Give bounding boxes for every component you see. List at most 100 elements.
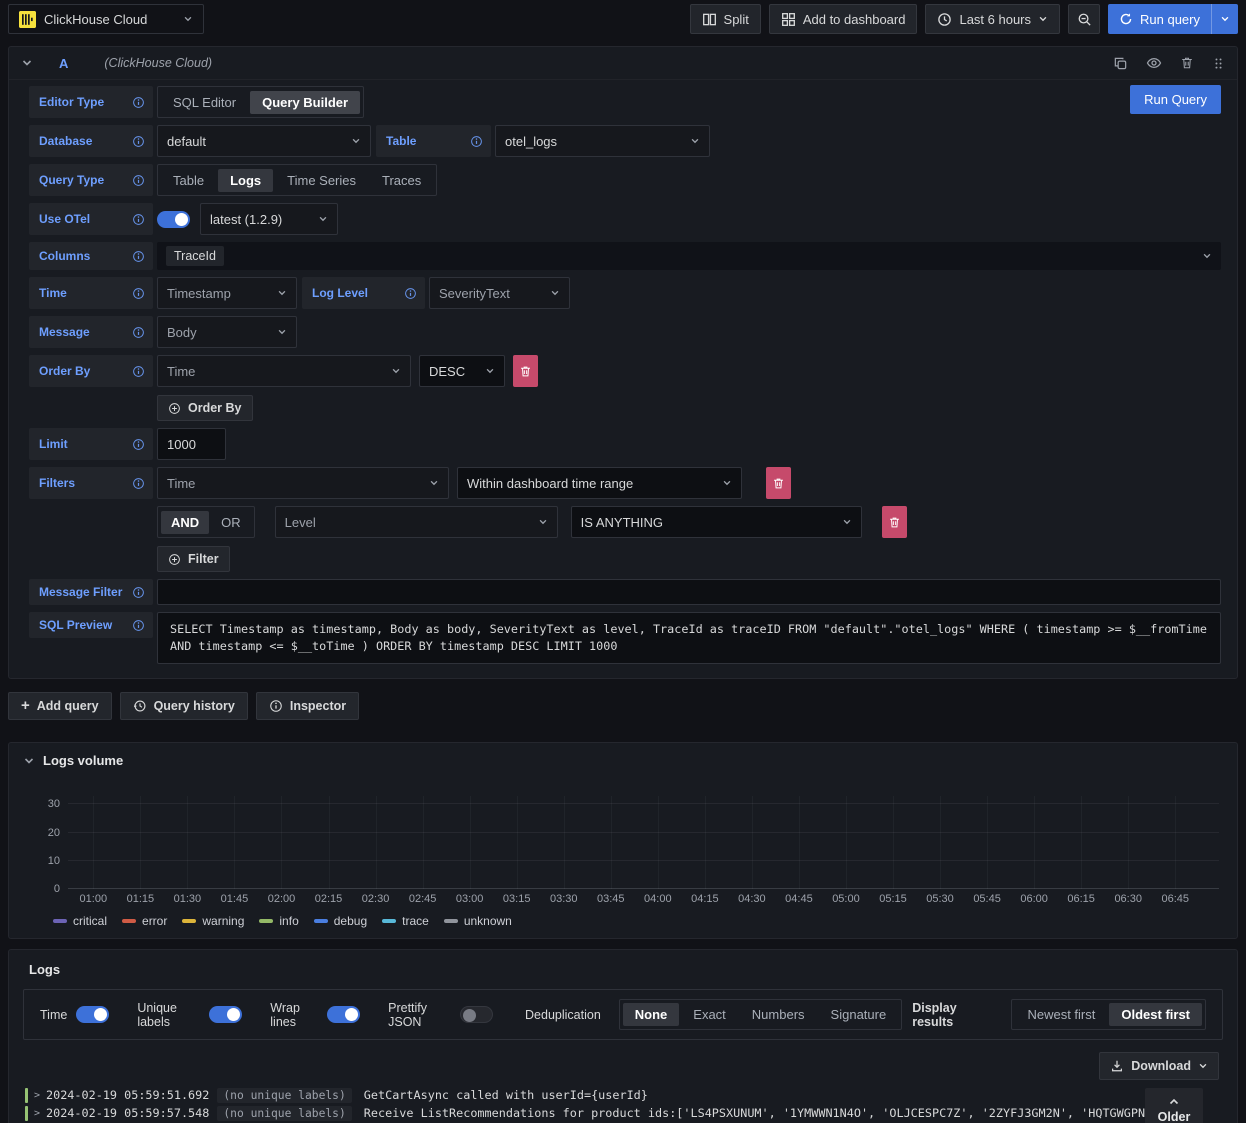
bars-container	[68, 796, 1219, 889]
duplicate-query-icon[interactable]	[1113, 56, 1128, 71]
query-type-table[interactable]: Table	[161, 169, 216, 192]
filter2-field-select[interactable]: Level	[274, 506, 558, 538]
zoom-out-button[interactable]	[1068, 4, 1101, 34]
info-icon[interactable]	[132, 438, 145, 451]
legend-item-warning[interactable]: warning	[182, 914, 244, 928]
dedup-none[interactable]: None	[622, 1003, 680, 1026]
older-logs-button[interactable]: Older logs	[1145, 1088, 1203, 1123]
collapse-chevron-icon[interactable]	[21, 57, 33, 69]
time-range-picker[interactable]: Last 6 hours	[925, 4, 1061, 34]
legend-item-critical[interactable]: critical	[53, 914, 107, 928]
collapse-chevron-icon[interactable]	[23, 755, 35, 767]
editor-type-query-builder[interactable]: Query Builder	[250, 90, 361, 114]
info-icon[interactable]	[132, 477, 145, 490]
dedup-signature[interactable]: Signature	[819, 1003, 899, 1026]
editor-type-sql-editor[interactable]: SQL Editor	[161, 91, 248, 114]
database-select[interactable]: default	[157, 125, 371, 157]
otel-version-select[interactable]: latest (1.2.9)	[200, 203, 338, 235]
add-order-by-button[interactable]: Order By	[157, 395, 253, 421]
add-filter-button[interactable]: Filter	[157, 546, 230, 572]
remove-filter2-button[interactable]	[881, 506, 907, 538]
builder-run-query-button[interactable]: Run Query	[1130, 85, 1221, 114]
add-to-dashboard-button[interactable]: Add to dashboard	[768, 4, 918, 34]
info-circle-icon	[270, 700, 282, 712]
remove-filter1-button[interactable]	[766, 467, 791, 499]
legend-swatch	[182, 919, 197, 923]
log-row[interactable]: >2024-02-19 05:59:51.692 (no unique label…	[23, 1086, 1223, 1104]
x-axis-tick-label: 05:15	[879, 893, 907, 905]
legend-item-debug[interactable]: debug	[313, 914, 367, 928]
legend-label: warning	[202, 914, 245, 928]
inspector-button[interactable]: Inspector	[255, 692, 360, 720]
info-icon[interactable]	[132, 365, 145, 378]
run-query-caret[interactable]	[1211, 4, 1238, 34]
order-by-direction-select[interactable]: DESC	[419, 355, 505, 387]
message-column-select[interactable]: Body	[157, 316, 297, 348]
x-axis-tick-label: 01:15	[126, 893, 155, 905]
logs-volume-chart[interactable]: 0 10 20 30	[48, 796, 1219, 895]
time-column-select[interactable]: Timestamp	[157, 277, 297, 309]
expand-chevron-icon[interactable]: >	[34, 1108, 46, 1119]
log-rows-list: >2024-02-19 05:59:51.692 (no unique label…	[23, 1086, 1223, 1123]
log-level-select[interactable]: SeverityText	[429, 277, 570, 309]
query-history-button[interactable]: Query history	[119, 692, 248, 720]
order-by-field-select[interactable]: Time	[157, 355, 411, 387]
legend-item-error[interactable]: error	[122, 914, 167, 928]
info-icon[interactable]	[470, 135, 483, 148]
info-icon[interactable]	[132, 96, 145, 109]
info-icon[interactable]	[132, 174, 145, 187]
info-icon[interactable]	[132, 287, 145, 300]
query-type-time-series[interactable]: Time Series	[275, 169, 368, 192]
legend-swatch	[313, 919, 328, 923]
datasource-picker[interactable]: ClickHouse Cloud	[8, 4, 204, 34]
display-newest-first[interactable]: Newest first	[1015, 1003, 1107, 1026]
legend-item-info[interactable]: info	[259, 914, 299, 928]
expand-chevron-icon[interactable]: >	[34, 1090, 46, 1101]
drag-handle-icon[interactable]	[1212, 57, 1225, 70]
display-oldest-first[interactable]: Oldest first	[1109, 1003, 1202, 1026]
use-otel-toggle[interactable]	[157, 210, 190, 228]
filter-bool-and[interactable]: AND	[161, 510, 210, 534]
dedup-numbers[interactable]: Numbers	[740, 1003, 817, 1026]
download-button[interactable]: Download	[1099, 1052, 1219, 1080]
split-button[interactable]: Split	[689, 4, 761, 34]
limit-input[interactable]	[157, 428, 226, 460]
filter1-field-select[interactable]: Time	[157, 467, 449, 499]
prettify-json-toggle[interactable]	[460, 1006, 494, 1023]
table-select[interactable]: otel_logs	[495, 125, 710, 157]
run-query-button[interactable]: Run query	[1108, 4, 1211, 34]
legend-item-unknown[interactable]: unknown	[443, 914, 512, 928]
hide-query-eye-icon[interactable]	[1146, 55, 1162, 71]
filter-bool-or[interactable]: OR	[211, 511, 251, 534]
unique-labels-toggle[interactable]	[209, 1006, 243, 1023]
info-icon[interactable]	[404, 287, 417, 300]
wrap-lines-toggle[interactable]	[327, 1006, 361, 1023]
filter1-operator-select[interactable]: Within dashboard time range	[457, 467, 742, 499]
time-toggle[interactable]	[76, 1006, 110, 1023]
message-filter-input[interactable]	[157, 579, 1221, 605]
info-icon[interactable]	[132, 586, 145, 599]
info-icon[interactable]	[132, 619, 145, 632]
columns-multiselect[interactable]: TraceId	[157, 242, 1221, 270]
log-level-bar	[25, 1105, 28, 1121]
query-type-logs[interactable]: Logs	[218, 168, 274, 192]
remove-order-by-button[interactable]	[513, 355, 538, 387]
info-icon[interactable]	[132, 213, 145, 226]
dedup-exact[interactable]: Exact	[681, 1003, 738, 1026]
deduplication-label: Deduplication	[525, 1007, 601, 1022]
legend-label: info	[279, 914, 299, 928]
query-type-traces[interactable]: Traces	[370, 169, 433, 192]
info-icon[interactable]	[132, 250, 145, 263]
filter2-operator-select[interactable]: IS ANYTHING	[570, 506, 862, 538]
chevron-down-icon	[551, 290, 559, 296]
add-query-button[interactable]: + Add query	[8, 692, 112, 720]
legend-item-trace[interactable]: trace	[382, 914, 429, 928]
info-icon[interactable]	[132, 326, 145, 339]
columns-chip-traceid[interactable]: TraceId	[166, 246, 224, 266]
info-icon[interactable]	[132, 135, 145, 148]
run-query-split-button[interactable]: Run query	[1108, 4, 1238, 34]
query-history-label: Query history	[153, 699, 235, 713]
remove-query-trash-icon[interactable]	[1180, 56, 1194, 70]
query-row-header[interactable]: A (ClickHouse Cloud)	[9, 47, 1237, 80]
log-row[interactable]: >2024-02-19 05:59:57.548 (no unique label…	[23, 1104, 1223, 1122]
